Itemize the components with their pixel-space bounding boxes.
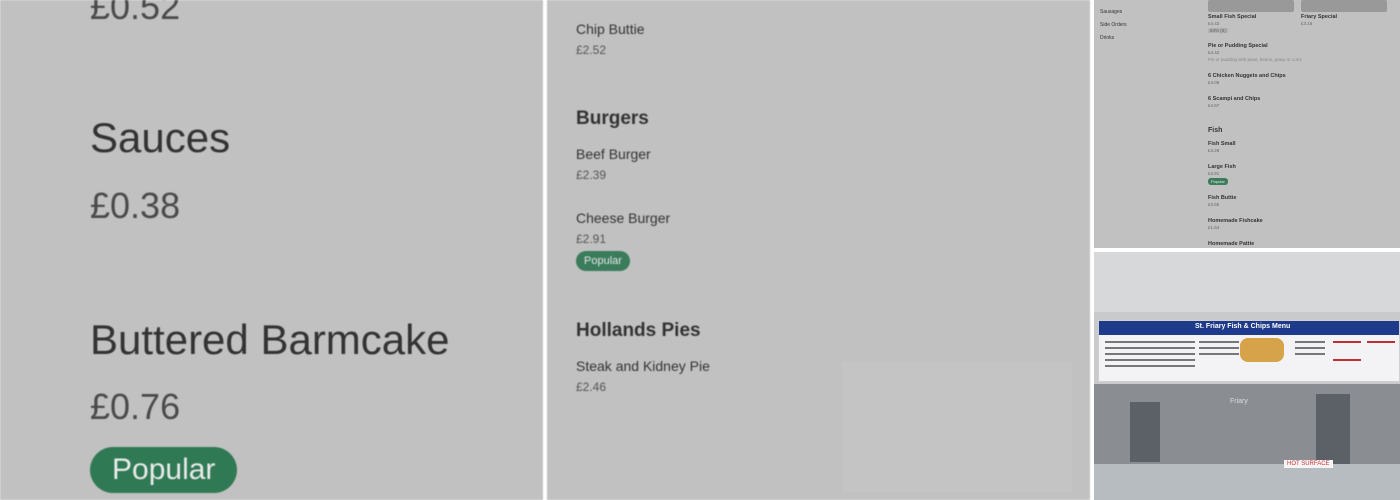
fish-item-name[interactable]: Large Fish [1208, 164, 1236, 170]
menu-board-line [1105, 353, 1195, 355]
item-price: £0.52 [90, 0, 181, 27]
popular-badge: Popular [1208, 178, 1228, 185]
rating-badge: 83% (8) [1208, 28, 1228, 33]
fish-item-name[interactable]: Homemade Fishcake [1208, 218, 1263, 224]
menu-board-line [1105, 341, 1195, 343]
menu-item-name[interactable]: Chip Buttie [576, 21, 644, 37]
item-image [1301, 0, 1387, 12]
drinks-fridge [1316, 394, 1350, 464]
menu-board-line [1295, 353, 1325, 355]
menu-board-line [1199, 353, 1239, 355]
item-name: Buttered Barmcake [90, 316, 450, 363]
fish-item-price: £1.64 [1208, 225, 1220, 230]
menu-item-price: £2.91 [576, 232, 607, 246]
sidebar-item[interactable]: Side Orders [1100, 22, 1127, 28]
zoomed-menu-panel: £0.52 Sauces £0.38 Buttered Barmcake £0.… [0, 0, 543, 500]
ceiling [1094, 252, 1400, 312]
counter [1094, 464, 1400, 500]
fish-item-price: £3.65 [1208, 202, 1220, 207]
popular-badge: Popular [576, 251, 630, 271]
list-item-price: £4.42 [1208, 50, 1220, 55]
menu-board-title: St. Friary Fish & Chips Menu [1195, 323, 1291, 330]
faint-overlay [842, 362, 1072, 492]
section-title: Burgers [576, 108, 649, 129]
card-name[interactable]: Small Fish Special [1208, 14, 1256, 20]
sidebar-item[interactable]: Drinks [1100, 35, 1114, 41]
wall-sign: Friary [1230, 398, 1248, 405]
menu-board-line [1105, 365, 1195, 367]
item-price: £0.76 [90, 386, 181, 427]
menu-board-line [1199, 347, 1239, 349]
list-item-price: £4.06 [1208, 80, 1220, 85]
fish-item-price: £3.28 [1208, 148, 1220, 153]
menu-board-line [1295, 341, 1325, 343]
fridge [1130, 402, 1160, 462]
menu-board-red-line [1333, 341, 1361, 343]
item-name: Sauces [90, 114, 231, 161]
menu-board-red-line [1333, 359, 1361, 361]
menu-board-line [1105, 347, 1195, 349]
menu-board-line [1105, 359, 1195, 361]
section-title: Fish [1208, 127, 1223, 134]
card-price: £3.16 [1301, 21, 1313, 26]
item-price: £0.38 [90, 185, 181, 226]
sidebar-item[interactable]: Sausages [1100, 9, 1122, 15]
card-price: £4.42 [1208, 21, 1220, 26]
food-image [1240, 338, 1284, 362]
menu-board-line [1295, 347, 1325, 349]
fish-item-name[interactable]: Homemade Pattie [1208, 241, 1254, 247]
section-title: Hollands Pies [576, 320, 701, 341]
fish-item-name[interactable]: Fish Small [1208, 141, 1236, 147]
menu-item-name[interactable]: Beef Burger [576, 146, 651, 162]
menu-item-price: £2.39 [576, 168, 607, 182]
menu-item-price: £2.52 [576, 43, 607, 57]
fish-item-price: £3.91 [1208, 171, 1220, 176]
list-item-name[interactable]: 6 Chicken Nuggets and Chips [1208, 73, 1286, 79]
menu-item-name[interactable]: Steak and Kidney Pie [576, 358, 710, 374]
list-item-price: £4.67 [1208, 103, 1220, 108]
hot-surface-sign: HOT SURFACE [1284, 460, 1333, 468]
menu-item-name[interactable]: Cheese Burger [576, 210, 670, 226]
list-item-name[interactable]: 6 Scampi and Chips [1208, 96, 1260, 102]
fish-item-name[interactable]: Fish Buttie [1208, 195, 1236, 201]
list-item-name[interactable]: Pie or Pudding Special [1208, 43, 1268, 49]
popular-badge: Popular [90, 447, 238, 493]
menu-board-line [1199, 341, 1239, 343]
item-image [1208, 0, 1294, 12]
menu-board-red-line [1367, 341, 1395, 343]
storefront-photo: St. Friary Fish & Chips Menu Friary HOT … [1094, 252, 1400, 500]
card-name[interactable]: Friary Special [1301, 14, 1337, 20]
list-item-desc: Pie or pudding with peas, beans, gravy o… [1208, 57, 1303, 62]
menu-thumbnail-panel: Sausages Side Orders Drinks Small Fish S… [1094, 0, 1400, 248]
menu-item-price: £2.46 [576, 380, 607, 394]
